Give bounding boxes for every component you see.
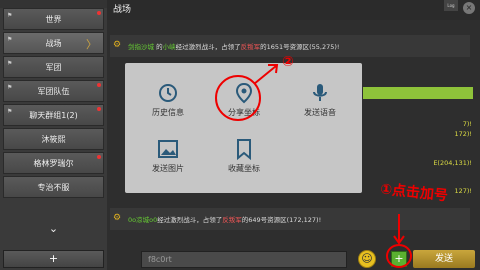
chat-message: ⚙ 0o凉城o0 经过激烈战斗，占领了 反叛军 的649号资源区(172,127… — [110, 208, 470, 230]
send-voice-button[interactable]: 发送语音 — [285, 79, 355, 129]
flag-icon: ⚑ — [7, 84, 13, 91]
history-info-button[interactable]: 历史信息 — [133, 79, 203, 129]
sidebar-item-contact-1[interactable]: 沐筱熙 — [3, 128, 104, 150]
chevron-right-icon: 〉 — [86, 38, 97, 51]
flag-icon: ⚑ — [7, 108, 13, 115]
add-channel-button[interactable]: + — [3, 250, 104, 268]
flag-icon: ⚑ — [7, 60, 13, 67]
sidebar-item-legion-team[interactable]: ⚑ 军团队伍 — [3, 80, 104, 102]
annotation-arrow — [393, 214, 405, 245]
popup-item-label: 收藏坐标 — [228, 164, 260, 173]
message-tail: 172)! — [454, 130, 472, 138]
close-button[interactable]: × — [463, 2, 475, 14]
sidebar-item-label: 战场 — [45, 38, 62, 48]
sidebar-item-label: 军团队伍 — [37, 86, 70, 96]
sidebar-item-label: 军团 — [45, 62, 62, 72]
sidebar-item-chat-group[interactable]: ⚑ 聊天群组1(2) — [3, 104, 104, 126]
sidebar-item-contact-3[interactable]: 专治不服 — [3, 176, 104, 198]
send-image-button[interactable]: 发送图片 — [133, 135, 203, 185]
popup-item-label: 发送图片 — [152, 164, 184, 173]
message-sender[interactable]: 剑指沙城 — [128, 41, 154, 51]
popup-item-label: 发送语音 — [304, 108, 336, 117]
popup-item-label: 历史信息 — [152, 108, 184, 117]
message-player[interactable]: 小峡 — [163, 41, 176, 51]
flag-icon: ⚑ — [7, 12, 13, 19]
message-rest: 的1651号资源区(55,275)! — [260, 43, 340, 51]
favorite-coordinates-button[interactable]: 收藏坐标 — [209, 135, 279, 185]
sidebar-item-label: 格林罗瑞尔 — [33, 158, 74, 168]
message-rest: 的649号资源区(172,127)! — [241, 216, 322, 224]
gear-icon: ⚙ — [113, 213, 122, 223]
gear-icon: ⚙ — [113, 40, 122, 50]
sidebar-item-legion[interactable]: ⚑ 军团 — [3, 56, 104, 78]
sidebar-item-label: 专治不服 — [37, 182, 70, 192]
channel-sidebar: ⚑ 世界 ⚑ 战场 〉 ⚑ 军团 ⚑ 军团队伍 ⚑ 聊天群组1(2) 沐筱熙 格… — [0, 0, 107, 270]
sidebar-item-battlefield[interactable]: ⚑ 战场 〉 — [3, 32, 104, 54]
annotation-circle — [386, 244, 412, 268]
message-action: 经过激烈战斗，占领了 — [175, 43, 241, 51]
history-icon — [159, 84, 177, 102]
message-tail: 7)! — [462, 120, 472, 128]
unread-dot — [97, 11, 101, 15]
scroll-down-icon[interactable]: ⌄ — [0, 222, 107, 240]
bookmark-icon — [237, 139, 251, 160]
sidebar-item-label: 聊天群组1(2) — [29, 110, 78, 120]
unread-dot — [97, 83, 101, 87]
message-tail: E(204,131)! — [433, 159, 472, 167]
sidebar-item-label: 世界 — [45, 14, 62, 24]
chat-title: 战场 — [107, 0, 480, 20]
sidebar-item-world[interactable]: ⚑ 世界 — [3, 8, 104, 30]
flag-icon: ⚑ — [7, 36, 13, 43]
annotation-step-2: ② — [282, 54, 294, 70]
send-button[interactable]: 发送 — [413, 250, 475, 268]
sidebar-item-contact-2[interactable]: 格林罗瑞尔 — [3, 152, 104, 174]
message-target[interactable]: 反叛军 — [222, 214, 242, 224]
unread-dot — [97, 107, 101, 111]
message-action: 经过激烈战斗，占领了 — [157, 216, 223, 224]
chat-input[interactable]: f8c0rt — [141, 251, 347, 268]
message-target[interactable]: 反叛军 — [241, 41, 261, 51]
message-sender[interactable]: 0o凉城o0 — [128, 214, 157, 224]
unread-dot — [97, 155, 101, 159]
microphone-icon — [313, 84, 327, 101]
emoji-button[interactable]: ☺ — [358, 250, 376, 268]
sidebar-top-strip — [0, 0, 107, 8]
sidebar-item-label: 沐筱熙 — [41, 134, 66, 144]
corner-badge: Log — [444, 0, 458, 11]
image-icon — [158, 140, 178, 158]
highlight-bar — [363, 87, 473, 99]
